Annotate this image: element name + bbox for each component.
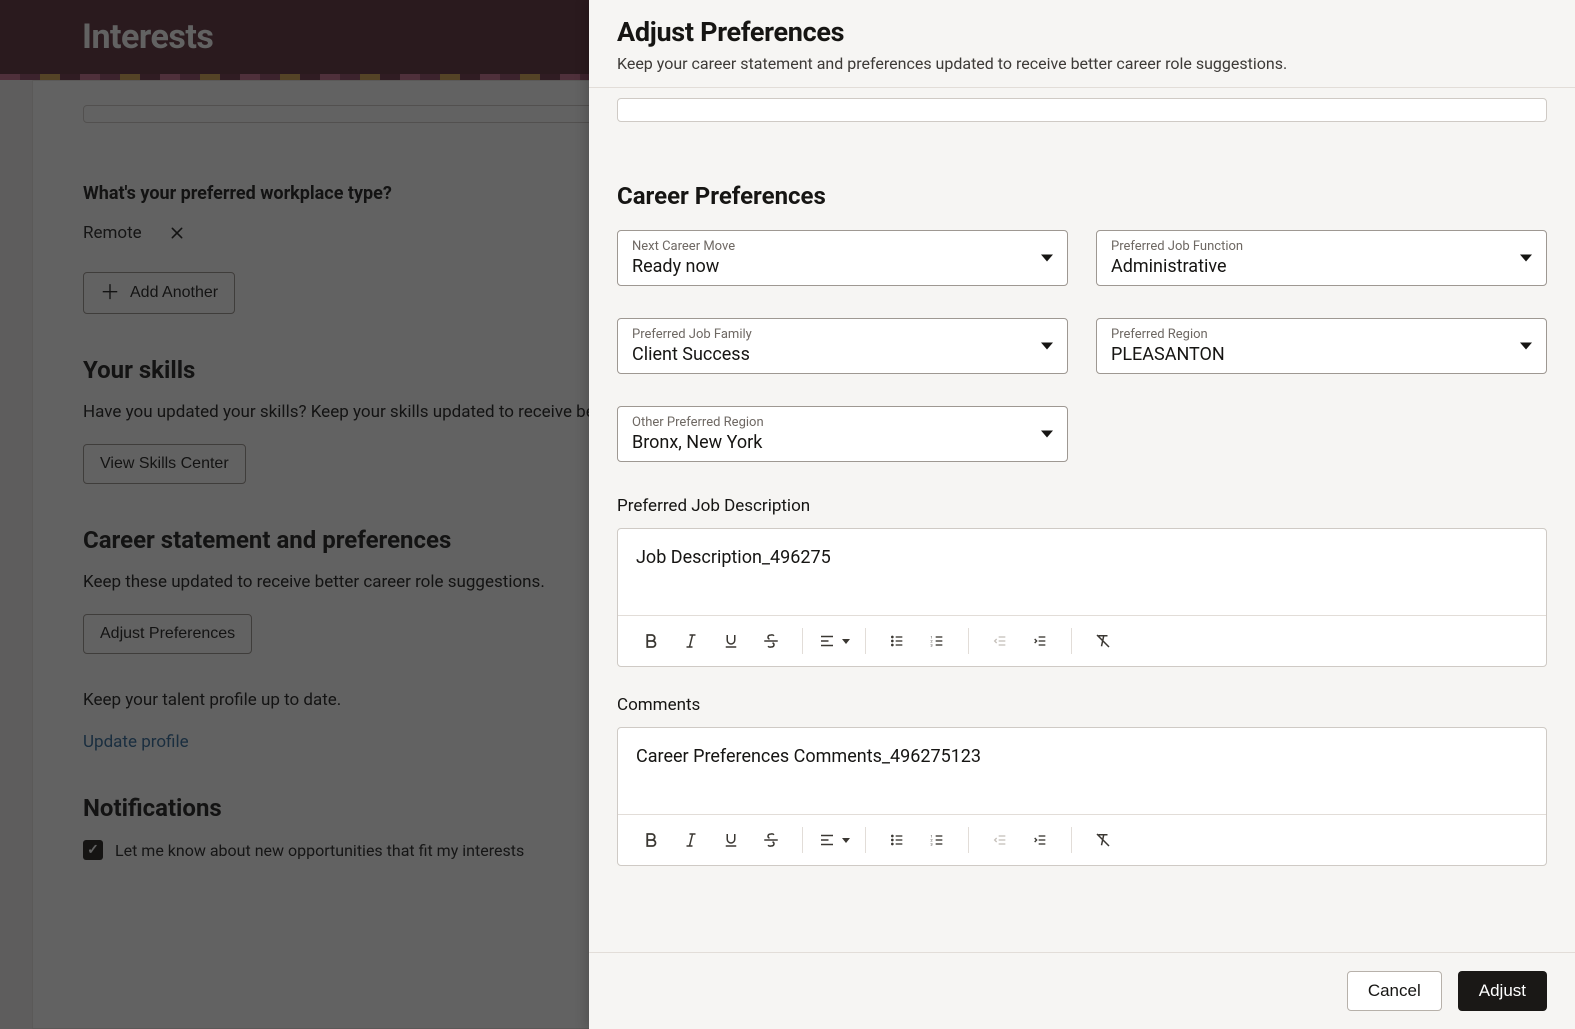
adjust-button[interactable]: Adjust [1458,971,1547,1011]
align-dropdown[interactable] [817,823,851,857]
indent-icon[interactable] [1023,823,1057,857]
toolbar-separator [865,628,866,654]
underline-icon[interactable] [714,624,748,658]
panel-footer: Cancel Adjust [589,952,1575,1029]
chevron-down-icon [1520,343,1532,350]
select-value: PLEASANTON [1111,344,1502,365]
panel-header: Adjust Preferences Keep your career stat… [589,0,1575,88]
strikethrough-icon[interactable] [754,823,788,857]
bold-icon[interactable] [634,624,668,658]
bullet-list-icon[interactable] [880,624,914,658]
chevron-down-icon [1041,343,1053,350]
outdent-icon [983,823,1017,857]
cancel-button[interactable]: Cancel [1347,971,1442,1011]
career-preferences-heading: Career Preferences [617,182,1547,210]
preferred-job-family-select[interactable]: Preferred Job Family Client Success [617,318,1068,374]
preferred-job-description-label: Preferred Job Description [617,496,1547,516]
comments-toolbar: 123 [618,814,1546,865]
select-label: Preferred Job Function [1111,239,1502,254]
select-value: Administrative [1111,256,1502,277]
toolbar-separator [1071,628,1072,654]
description-content[interactable]: Job Description_496275 [618,529,1546,615]
italic-icon[interactable] [674,624,708,658]
modal-scrim-full [0,0,589,1029]
preferences-grid: Next Career Move Ready now Preferred Job… [617,230,1547,462]
chevron-down-icon [842,639,850,644]
chevron-down-icon [1041,431,1053,438]
panel-subtitle: Keep your career statement and preferenc… [617,54,1547,73]
panel-title: Adjust Preferences [617,16,1547,48]
chevron-down-icon [842,838,850,843]
toolbar-separator [865,827,866,853]
toolbar-separator [802,628,803,654]
select-value: Ready now [632,256,1023,277]
other-preferred-region-select[interactable]: Other Preferred Region Bronx, New York [617,406,1068,462]
indent-icon[interactable] [1023,624,1057,658]
chevron-down-icon [1041,255,1053,262]
clear-format-icon[interactable] [1086,624,1120,658]
panel-body[interactable]: Career Preferences Next Career Move Read… [589,88,1575,952]
next-career-move-select[interactable]: Next Career Move Ready now [617,230,1068,286]
adjust-preferences-panel: Adjust Preferences Keep your career stat… [589,0,1575,1029]
clear-format-icon[interactable] [1086,823,1120,857]
svg-text:3: 3 [930,642,932,647]
preferred-job-function-select[interactable]: Preferred Job Function Administrative [1096,230,1547,286]
svg-text:3: 3 [930,841,932,846]
toolbar-separator [968,827,969,853]
comments-editor: Career Preferences Comments_496275123 12… [617,727,1547,866]
select-value: Client Success [632,344,1023,365]
preferred-job-description-editor: Job Description_496275 123 [617,528,1547,667]
bold-icon[interactable] [634,823,668,857]
outdent-icon [983,624,1017,658]
comments-label: Comments [617,695,1547,715]
select-label: Preferred Region [1111,327,1502,342]
select-label: Other Preferred Region [632,415,1023,430]
underline-icon[interactable] [714,823,748,857]
chevron-down-icon [1520,255,1532,262]
career-statement-box[interactable] [617,98,1547,122]
number-list-icon[interactable]: 123 [920,624,954,658]
preferred-region-select[interactable]: Preferred Region PLEASANTON [1096,318,1547,374]
toolbar-separator [1071,827,1072,853]
toolbar-separator [968,628,969,654]
number-list-icon[interactable]: 123 [920,823,954,857]
align-dropdown[interactable] [817,624,851,658]
toolbar-separator [802,827,803,853]
italic-icon[interactable] [674,823,708,857]
select-label: Next Career Move [632,239,1023,254]
bullet-list-icon[interactable] [880,823,914,857]
comments-content[interactable]: Career Preferences Comments_496275123 [618,728,1546,814]
strikethrough-icon[interactable] [754,624,788,658]
description-toolbar: 123 [618,615,1546,666]
select-label: Preferred Job Family [632,327,1023,342]
select-value: Bronx, New York [632,432,1023,453]
